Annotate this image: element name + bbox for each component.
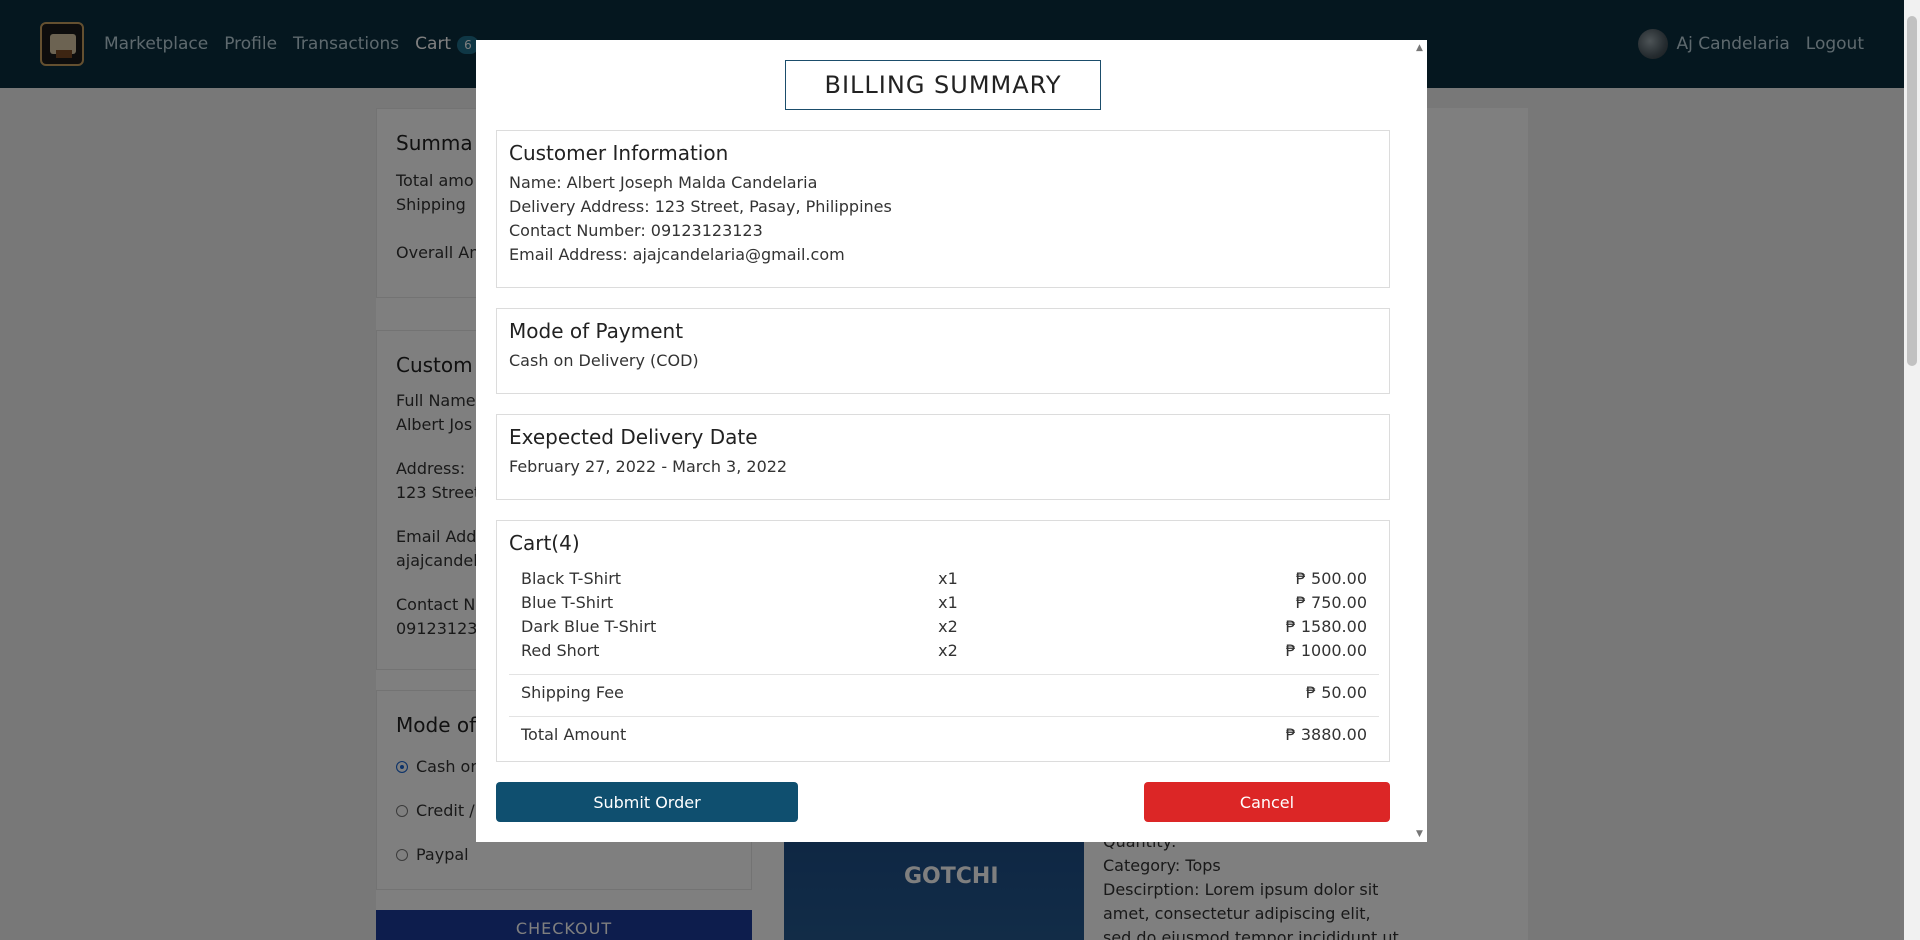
cart-item-name: Blue T-Shirt (521, 593, 614, 612)
billing-summary-modal: ▲ ▼ BILLING SUMMARY Customer Information… (476, 40, 1427, 842)
cart-item: Red Short x2 ₱ 1000.00 (521, 641, 1367, 665)
page-scrollbar[interactable] (1904, 0, 1920, 940)
cart-heading: Cart(4) (509, 531, 580, 555)
customer-contact: Contact Number: 09123123123 (509, 221, 763, 240)
cart-item-qty: x2 (938, 641, 958, 660)
shipping-fee-value: ₱ 50.00 (1305, 683, 1367, 702)
customer-info-heading: Customer Information (509, 141, 729, 165)
total-amount-label: Total Amount (521, 725, 627, 744)
customer-email: Email Address: ajajcandelaria@gmail.com (509, 245, 845, 264)
page-scrollbar-thumb[interactable] (1907, 16, 1917, 366)
divider (509, 674, 1379, 675)
cart-item-qty: x2 (938, 617, 958, 636)
cart-section: Cart(4) Black T-Shirt x1 ₱ 500.00 Blue T… (496, 520, 1390, 762)
customer-name: Name: Albert Joseph Malda Candelaria (509, 173, 818, 192)
cancel-button[interactable]: Cancel (1144, 782, 1390, 822)
divider (509, 716, 1379, 717)
customer-address: Delivery Address: 123 Street, Pasay, Phi… (509, 197, 892, 216)
shipping-fee-row: Shipping Fee ₱ 50.00 (521, 683, 1367, 707)
cart-item-qty: x1 (938, 569, 958, 588)
modal-title: BILLING SUMMARY (785, 60, 1101, 110)
scroll-down-icon[interactable]: ▼ (1416, 829, 1423, 839)
total-amount-row: Total Amount ₱ 3880.00 (521, 725, 1367, 749)
shipping-fee-label: Shipping Fee (521, 683, 624, 702)
cart-item-name: Black T-Shirt (521, 569, 622, 588)
delivery-heading: Exepected Delivery Date (509, 425, 758, 449)
payment-value: Cash on Delivery (COD) (509, 351, 699, 370)
customer-info-section: Customer Information Name: Albert Joseph… (496, 130, 1390, 288)
cart-item: Black T-Shirt x1 ₱ 500.00 (521, 569, 1367, 593)
delivery-date: February 27, 2022 - March 3, 2022 (509, 457, 788, 476)
submit-order-button[interactable]: Submit Order (496, 782, 798, 822)
cart-item-qty: x1 (938, 593, 958, 612)
cart-item-name: Red Short (521, 641, 600, 660)
cart-item: Dark Blue T-Shirt x2 ₱ 1580.00 (521, 617, 1367, 641)
cart-item-name: Dark Blue T-Shirt (521, 617, 657, 636)
payment-heading: Mode of Payment (509, 319, 684, 343)
total-amount-value: ₱ 3880.00 (1285, 725, 1367, 744)
modal-scrollbar[interactable]: ▲ ▼ (1413, 40, 1427, 842)
payment-section: Mode of Payment Cash on Delivery (COD) (496, 308, 1390, 394)
cart-item-price: ₱ 500.00 (1295, 569, 1367, 588)
cart-item-price: ₱ 1000.00 (1285, 641, 1367, 660)
cart-item-price: ₱ 1580.00 (1285, 617, 1367, 636)
scroll-up-icon[interactable]: ▲ (1416, 43, 1423, 53)
delivery-section: Exepected Delivery Date February 27, 202… (496, 414, 1390, 500)
cart-item-price: ₱ 750.00 (1295, 593, 1367, 612)
cart-item: Blue T-Shirt x1 ₱ 750.00 (521, 593, 1367, 617)
